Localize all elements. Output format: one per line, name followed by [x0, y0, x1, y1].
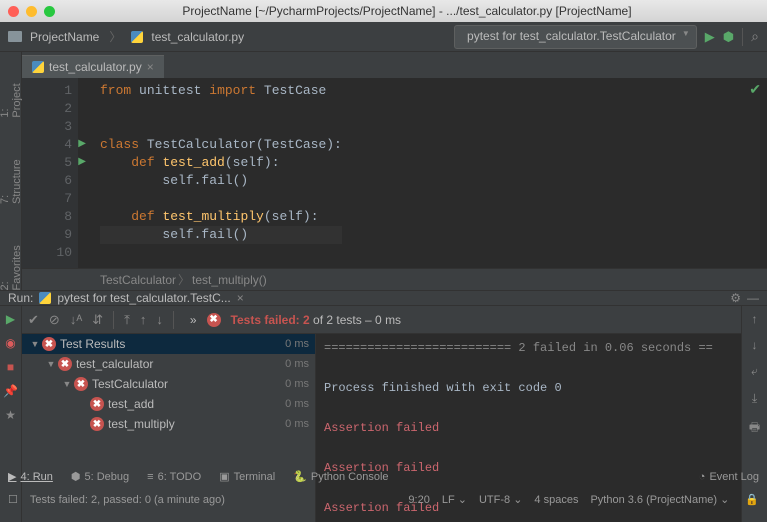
- tree-row[interactable]: ✖test_multiply0 ms: [22, 414, 315, 434]
- close-window[interactable]: [8, 6, 19, 17]
- file-encoding[interactable]: UTF-8 ⌄: [479, 493, 522, 506]
- tab-debug[interactable]: ⬢ 5: Debug: [71, 470, 129, 483]
- show-ignored-icon[interactable]: ⊘: [49, 312, 60, 328]
- left-tool-window-stripe: 1: Project 7: Structure 2: Favorites: [0, 52, 22, 290]
- tree-row[interactable]: ▼✖test_calculator0 ms: [22, 354, 315, 374]
- run-label: Run:: [8, 291, 33, 305]
- tab-python-console[interactable]: 🐍 Python Console: [293, 470, 388, 483]
- run-button[interactable]: ▶: [705, 29, 715, 45]
- down-icon[interactable]: ↓: [752, 338, 758, 352]
- print-icon[interactable]: 🖶: [749, 418, 760, 439]
- code-editor[interactable]: 1234▶5▶678910 from unittest import TestC…: [22, 78, 767, 268]
- breadcrumb-class[interactable]: TestCalculator: [100, 273, 176, 287]
- line-separator[interactable]: LF ⌄: [442, 493, 467, 506]
- traffic-lights[interactable]: [8, 6, 55, 17]
- stop-button[interactable]: ■: [7, 360, 14, 374]
- python-interpreter[interactable]: Python 3.6 (ProjectName) ⌄: [590, 493, 729, 506]
- tab-terminal[interactable]: ▣ Terminal: [219, 470, 275, 483]
- prev-failed-icon[interactable]: ↑: [140, 312, 147, 327]
- tab-run[interactable]: ▶ 4: Run: [8, 470, 53, 483]
- editor-tab[interactable]: test_calculator.py ×: [22, 55, 164, 78]
- soft-wrap-icon[interactable]: ⤶: [751, 364, 758, 379]
- run-gutter-icon[interactable]: ▶: [78, 136, 86, 154]
- chevron-right-icon: 〉: [109, 28, 121, 45]
- separator: [113, 311, 114, 329]
- structure-breadcrumb: TestCalculator 〉 test_multiply(): [22, 268, 767, 290]
- python-file-icon: [131, 31, 143, 43]
- event-log[interactable]: ◔ Event Log: [699, 471, 759, 483]
- test-summary: Tests failed: 2 of 2 tests – 0 ms: [231, 313, 402, 327]
- up-icon[interactable]: ↑: [752, 312, 758, 326]
- run-tab-title[interactable]: pytest for test_calculator.TestC...: [57, 291, 230, 305]
- tool-tab-project[interactable]: 1: Project: [0, 80, 23, 118]
- debug-button[interactable]: ⬢: [723, 29, 734, 45]
- separator: [742, 28, 743, 46]
- python-file-icon: [32, 61, 44, 73]
- star-icon[interactable]: ★: [5, 408, 16, 422]
- status-message-icon: ☐: [8, 493, 18, 506]
- minimize-window[interactable]: [26, 6, 37, 17]
- separator: [173, 311, 174, 329]
- zoom-window[interactable]: [44, 6, 55, 17]
- pytest-icon: [39, 292, 51, 304]
- expand-all-icon[interactable]: ⇵: [92, 312, 103, 328]
- indent-settings[interactable]: 4 spaces: [534, 494, 578, 506]
- run-config-label: pytest for test_calculator.TestCalculato…: [467, 29, 676, 43]
- rerun-button[interactable]: ▶: [6, 312, 15, 326]
- status-message: Tests failed: 2, passed: 0 (a minute ago…: [30, 494, 225, 506]
- close-run-tab-icon[interactable]: ×: [237, 291, 244, 305]
- breadcrumb-file[interactable]: test_calculator.py: [151, 30, 244, 44]
- lock-icon[interactable]: 🔒: [745, 493, 759, 506]
- folder-icon: [8, 31, 22, 42]
- breadcrumb-project[interactable]: ProjectName: [30, 30, 99, 44]
- run-tool-window: Run: pytest for test_calculator.TestC...…: [0, 290, 767, 464]
- run-gutter-icon[interactable]: ▶: [78, 154, 86, 172]
- cursor-position[interactable]: 9:20: [408, 494, 429, 506]
- chevron-right-icon: 〉: [178, 271, 190, 288]
- console-side-toolbar: ↑ ↓ ⤶ ⤓ 🖶: [741, 306, 767, 522]
- hide-icon[interactable]: —: [747, 291, 759, 305]
- tree-row[interactable]: ✖test_add0 ms: [22, 394, 315, 414]
- window-titlebar: ProjectName [~/PycharmProjects/ProjectNa…: [0, 0, 767, 22]
- search-icon[interactable]: ⌕: [751, 28, 759, 45]
- show-passed-icon[interactable]: ✔: [28, 312, 39, 328]
- run-side-toolbar: ▶ ◉ ■ 📌 ★: [0, 306, 22, 522]
- test-toolbar: ✔ ⊘ ↓ᴬ ⇵ ⤒ ↑ ↓ » ✖ Tests failed: 2 of 2 …: [22, 306, 741, 334]
- run-configuration-dropdown[interactable]: pytest for test_calculator.TestCalculato…: [454, 25, 697, 49]
- gear-icon[interactable]: ⚙: [730, 291, 741, 305]
- tool-tab-favorites[interactable]: 2: Favorites: [0, 244, 23, 290]
- scroll-to-end-icon[interactable]: ⤓: [752, 391, 757, 406]
- tab-label: test_calculator.py: [49, 60, 142, 74]
- breadcrumb-method[interactable]: test_multiply(): [192, 273, 267, 287]
- navigation-bar: ProjectName 〉 test_calculator.py pytest …: [0, 22, 767, 52]
- sort-icon[interactable]: ↓ᴬ: [70, 312, 82, 327]
- fail-badge-icon: ✖: [207, 313, 221, 327]
- editor-tabs: test_calculator.py ×: [22, 52, 767, 78]
- toggle-breakpoint-icon[interactable]: ◉: [5, 336, 15, 350]
- collapse-all-icon[interactable]: ⤒: [124, 312, 130, 328]
- tab-todo[interactable]: ≡ 6: TODO: [147, 471, 201, 483]
- tree-row[interactable]: ▼✖TestCalculator0 ms: [22, 374, 315, 394]
- tool-tab-structure[interactable]: 7: Structure: [0, 158, 23, 204]
- close-tab-icon[interactable]: ×: [147, 60, 154, 74]
- pin-icon[interactable]: 📌: [3, 384, 18, 398]
- next-failed-icon[interactable]: ↓: [156, 312, 163, 327]
- tree-row[interactable]: ▼✖Test Results0 ms: [22, 334, 315, 354]
- inspection-ok-icon: ✔: [749, 82, 761, 100]
- window-title: ProjectName [~/PycharmProjects/ProjectNa…: [55, 4, 759, 18]
